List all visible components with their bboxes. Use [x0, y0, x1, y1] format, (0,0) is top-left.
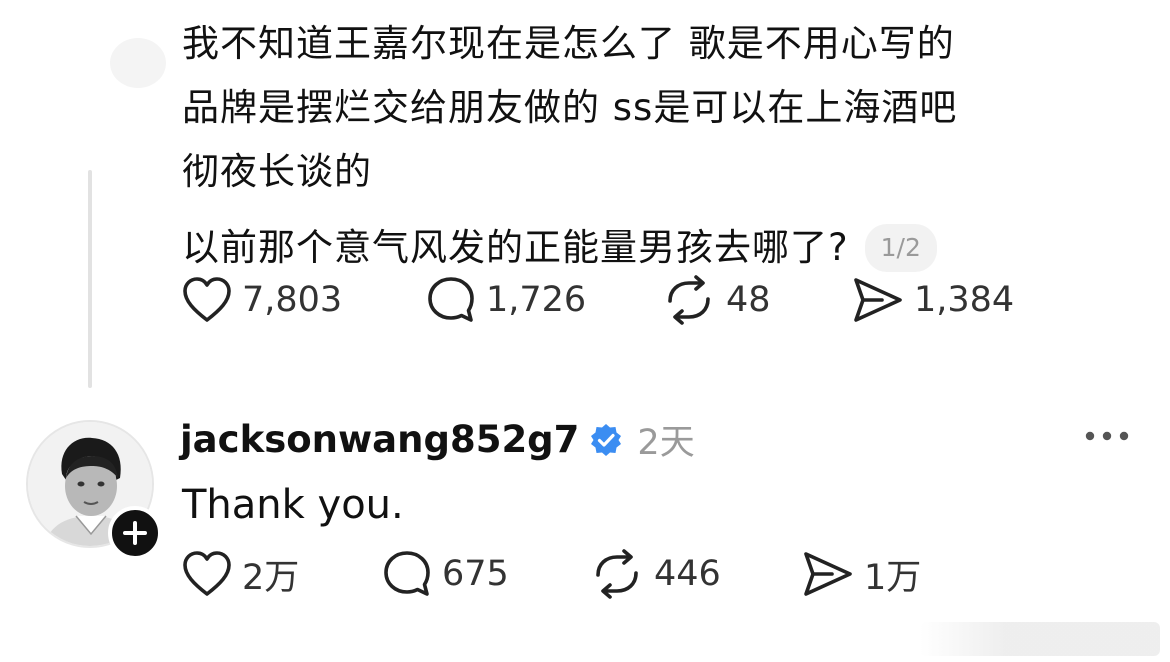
- previous-avatar-fade: [110, 38, 166, 88]
- reply-comment-button[interactable]: 675: [382, 549, 509, 599]
- timestamp: 2天: [637, 423, 695, 463]
- post-line-1: 我不知道王嘉尔现在是怎么了 歌是不用心写的: [182, 22, 955, 65]
- post-body: 我不知道王嘉尔现在是怎么了 歌是不用心写的 品牌是摆烂交给朋友做的 ss是可以在…: [182, 12, 1102, 280]
- repost-count: 48: [726, 280, 771, 320]
- post-line-3: 彻夜长谈的: [182, 150, 372, 193]
- username[interactable]: jacksonwang852g7: [180, 418, 579, 461]
- reply-share-count: 1万: [864, 557, 922, 598]
- like-count: 7,803: [242, 280, 343, 320]
- repost-arrows-icon: [668, 275, 710, 325]
- reply-like-button[interactable]: 2万: [182, 549, 299, 600]
- speech-bubble-icon: [384, 551, 430, 596]
- plus-icon: [123, 521, 147, 545]
- heart-icon: [183, 277, 231, 322]
- post-paragraph-2: 以前那个意气风发的正能量男孩去哪了? 1/2: [182, 216, 1102, 280]
- repost-arrows-icon: [596, 549, 638, 599]
- more-options-button[interactable]: [1082, 422, 1132, 450]
- reply-repost-count: 446: [654, 554, 721, 594]
- reply-comment-count: 675: [442, 554, 509, 594]
- reply-like-count: 2万: [242, 557, 300, 598]
- speech-bubble-icon: [428, 277, 474, 322]
- more-dots-icon: [1085, 431, 1129, 441]
- comment-count: 1,726: [486, 280, 587, 320]
- post-paragraph-2-text: 以前那个意气风发的正能量男孩去哪了?: [182, 226, 849, 269]
- comment-button[interactable]: 1,726: [426, 275, 586, 325]
- like-button[interactable]: 7,803: [182, 276, 342, 324]
- watermark: [920, 622, 1160, 656]
- send-icon: [854, 278, 902, 322]
- share-button[interactable]: 1,384: [852, 275, 1014, 325]
- thread-line: [88, 170, 92, 388]
- reply-header: jacksonwang852g7 2天: [180, 414, 695, 465]
- reply-repost-button[interactable]: 446: [590, 549, 721, 599]
- reply-share-button[interactable]: 1万: [802, 549, 921, 600]
- heart-icon: [183, 551, 231, 596]
- reply-text: Thank you.: [182, 482, 404, 528]
- follow-button[interactable]: [108, 506, 162, 560]
- page-indicator[interactable]: 1/2: [864, 224, 937, 272]
- verified-badge-icon: [591, 423, 622, 456]
- share-count: 1,384: [914, 280, 1015, 320]
- send-icon: [804, 552, 852, 596]
- post-line-2: 品牌是摆烂交给朋友做的 ss是可以在上海酒吧: [182, 86, 958, 129]
- repost-button[interactable]: 48: [662, 275, 771, 325]
